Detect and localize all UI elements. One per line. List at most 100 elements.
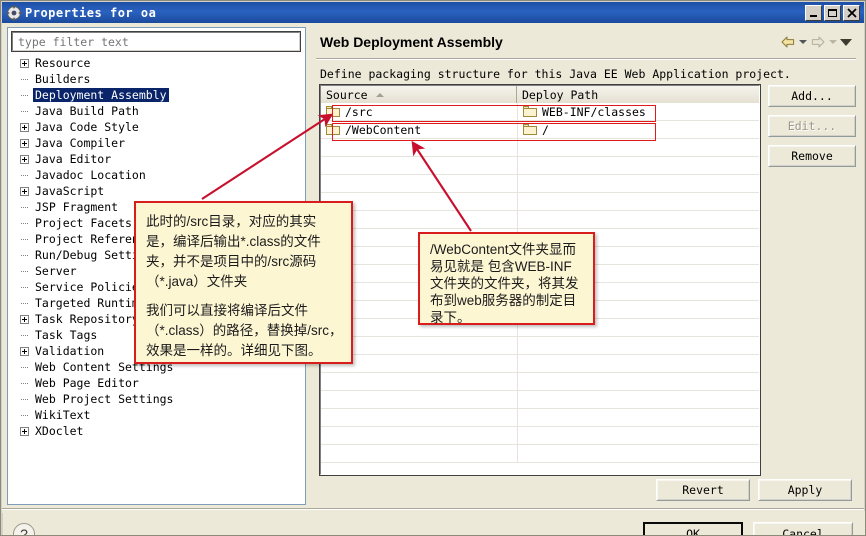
tree-connector-icon <box>20 107 29 116</box>
column-header-source-label: Source <box>326 87 368 102</box>
tree-connector-icon <box>20 379 29 388</box>
sidebar-item-label: Java Compiler <box>35 136 126 150</box>
cell-deploy-path-label: WEB-INF/classes <box>542 104 646 119</box>
help-icon[interactable]: ? <box>13 523 35 535</box>
annotation-note-src-p1: 此时的/src目录，对应的其实是，编译后输出*.class的文件夹，并不是项目中… <box>146 214 321 289</box>
column-header-source[interactable]: Source <box>321 86 517 103</box>
sidebar-item-web-page-editor[interactable]: Web Page Editor <box>10 375 304 391</box>
sidebar-item-wikitext[interactable]: WikiText <box>10 407 304 423</box>
revert-button[interactable]: Revert <box>656 479 750 501</box>
remove-button[interactable]: Remove <box>768 145 856 167</box>
sidebar-item-java-build-path[interactable]: Java Build Path <box>10 103 304 119</box>
cell-source <box>321 175 518 192</box>
maximize-button[interactable] <box>824 4 841 21</box>
cell-source: /src <box>321 103 518 120</box>
back-arrow-icon[interactable] <box>780 35 796 49</box>
tree-connector-icon <box>20 203 29 212</box>
sidebar-item-web-project-settings[interactable]: Web Project Settings <box>10 391 304 407</box>
sidebar-item-java-code-style[interactable]: Java Code Style <box>10 119 304 135</box>
sidebar-item-label: JavaScript <box>35 184 105 198</box>
cell-source <box>321 427 518 444</box>
annotation-note-src-p2: 我们可以直接将编译后文件（*.class）的路径，替换掉/src，效果是一样的。… <box>146 303 343 358</box>
cancel-button-label: Cancel <box>782 527 824 536</box>
back-dropdown-icon[interactable] <box>799 40 807 44</box>
table-row[interactable]: /WebContent / <box>321 121 759 139</box>
page-description: Define packaging structure for this Java… <box>320 67 791 81</box>
page-action-buttons: Revert Apply <box>312 475 860 505</box>
table-empty-row <box>321 373 759 391</box>
sidebar-item-java-editor[interactable]: Java Editor <box>10 151 304 167</box>
sidebar-item-builders[interactable]: Builders <box>10 71 304 87</box>
sidebar-item-java-compiler[interactable]: Java Compiler <box>10 135 304 151</box>
expand-icon[interactable] <box>20 346 29 356</box>
edit-button: Edit... <box>768 115 856 137</box>
page-header: Web Deployment Assembly <box>312 27 860 57</box>
sort-ascending-icon <box>375 92 384 97</box>
cell-deploy-path <box>518 427 759 444</box>
cell-deploy-path-label: / <box>542 122 549 137</box>
cell-source-label: /src <box>345 104 373 119</box>
table-empty-row <box>321 427 759 445</box>
annotation-note-src: 此时的/src目录，对应的其实是，编译后输出*.class的文件夹，并不是项目中… <box>134 201 353 364</box>
cell-source-label: /WebContent <box>345 122 422 137</box>
cell-source <box>321 445 518 462</box>
tree-connector-icon <box>20 331 29 340</box>
table-empty-row <box>321 193 759 211</box>
cell-deploy-path <box>518 337 759 354</box>
view-menu-dropdown-icon[interactable] <box>840 38 852 46</box>
sidebar-item-resource[interactable]: Resource <box>10 55 304 71</box>
add-button[interactable]: Add... <box>768 85 856 107</box>
apply-button[interactable]: Apply <box>758 479 852 501</box>
dialog-footer-buttons: OK Cancel <box>643 522 865 536</box>
minimize-icon <box>806 6 821 20</box>
minimize-button[interactable] <box>805 4 822 21</box>
window-title: Properties for oa <box>25 5 157 20</box>
expand-icon[interactable] <box>20 426 29 436</box>
table-side-buttons: Add... Edit... Remove <box>768 85 856 167</box>
column-header-deploy-path[interactable]: Deploy Path <box>517 86 759 103</box>
footer-divider <box>2 508 864 510</box>
table-empty-row <box>321 157 759 175</box>
search-input[interactable] <box>16 33 299 50</box>
cell-deploy-path <box>518 445 759 462</box>
sidebar-item-javadoc-location[interactable]: Javadoc Location <box>10 167 304 183</box>
sidebar-item-javascript[interactable]: JavaScript <box>10 183 304 199</box>
column-header-deploy-path-label: Deploy Path <box>522 87 599 102</box>
cell-deploy-path <box>518 211 759 228</box>
expand-icon[interactable] <box>20 154 29 164</box>
tree-connector-icon <box>20 363 29 372</box>
expand-icon[interactable] <box>20 122 29 132</box>
table-row[interactable]: /src WEB-INF/classes <box>321 103 759 121</box>
table-empty-row <box>321 409 759 427</box>
expand-icon[interactable] <box>20 58 29 68</box>
cell-deploy-path <box>518 175 759 192</box>
add-button-label: Add... <box>791 89 833 103</box>
header-divider <box>316 58 856 60</box>
sidebar-item-label: Task Repository <box>35 312 139 326</box>
sidebar-item-label: Resource <box>35 56 91 70</box>
close-button[interactable] <box>843 4 860 21</box>
sidebar-item-label: Project Facets <box>35 216 132 230</box>
cell-deploy-path: WEB-INF/classes <box>518 103 759 120</box>
sidebar-item-label: Service Policies <box>35 280 146 294</box>
tree-connector-icon <box>20 299 29 308</box>
cancel-button[interactable]: Cancel <box>753 522 853 536</box>
expand-icon[interactable] <box>20 186 29 196</box>
sidebar-item-xdoclet[interactable]: XDoclet <box>10 423 304 439</box>
apply-button-label: Apply <box>787 483 823 497</box>
expand-icon[interactable] <box>20 138 29 148</box>
window-controls <box>805 4 862 21</box>
title-bar: Properties for oa <box>2 2 864 23</box>
sidebar-item-deployment-assembly[interactable]: Deployment Assembly <box>10 87 304 103</box>
cell-deploy-path <box>518 355 759 372</box>
expand-icon[interactable] <box>20 314 29 324</box>
filter-box[interactable] <box>11 31 301 52</box>
tree-connector-icon <box>20 283 29 292</box>
sidebar-item-label: WikiText <box>35 408 91 422</box>
cell-deploy-path <box>518 193 759 210</box>
folder-icon <box>326 124 340 135</box>
ok-button[interactable]: OK <box>643 522 743 535</box>
tree-connector-icon <box>20 171 29 180</box>
sidebar-item-label: JSP Fragment <box>35 200 119 214</box>
table-empty-row <box>321 139 759 157</box>
